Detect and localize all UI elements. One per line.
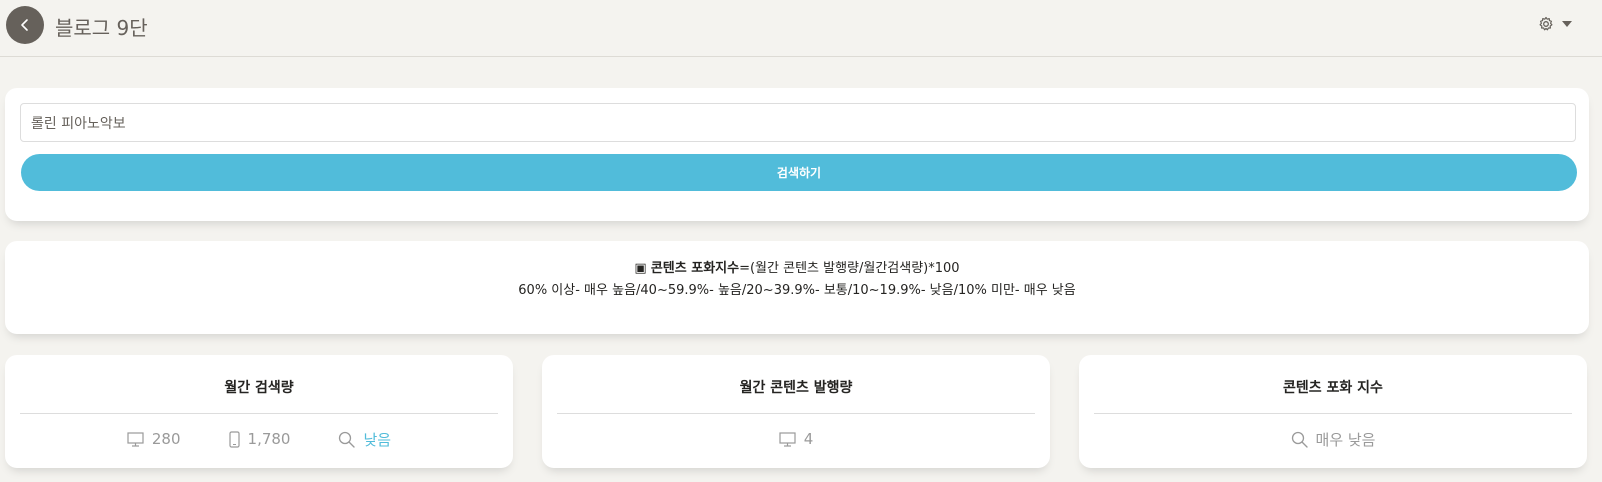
keyword-search-input[interactable] (20, 103, 1576, 142)
card-title: 월간 콘텐츠 발행량 (739, 380, 853, 396)
pc-search-count: 280 (127, 430, 181, 448)
search-button[interactable]: 검색하기 (21, 154, 1577, 191)
stat-row: 매우 낮음 (1079, 427, 1587, 451)
level-value: 매우 낮음 (1315, 430, 1376, 449)
settings-dropdown[interactable] (1538, 16, 1572, 32)
mobile-icon (228, 430, 240, 448)
bullet-icon: ▣ (634, 261, 647, 276)
divider (20, 413, 498, 414)
desktop-icon (127, 431, 144, 447)
mobile-value: 1,780 (247, 430, 291, 448)
formula-title: 콘텐츠 포화지수 (650, 261, 740, 276)
search-icon (338, 431, 356, 448)
stat-row: 4 (542, 427, 1050, 451)
scale-description: 60% 이상- 매우 높음/40~59.9%- 높음/20~39.9%- 보통/… (518, 283, 1076, 298)
pc-value: 4 (803, 430, 814, 448)
mobile-search-count: 1,780 (228, 430, 291, 448)
formula-text: =(월간 콘텐츠 발행량/월간검색량)*100 (739, 261, 960, 276)
search-level: 낮음 (338, 429, 391, 450)
back-button[interactable] (6, 6, 44, 44)
desktop-icon (779, 431, 796, 447)
divider (557, 413, 1035, 414)
card-title: 콘텐츠 포화 지수 (1283, 380, 1383, 396)
top-navbar: 블로그 9단 (0, 0, 1602, 57)
page-title: 블로그 9단 (55, 16, 148, 40)
level-value: 낮음 (363, 430, 392, 449)
card-title: 월간 검색량 (224, 380, 294, 396)
search-card: 검색하기 (5, 88, 1589, 221)
chevron-left-icon (18, 18, 32, 32)
pc-content-count: 4 (779, 430, 814, 448)
monthly-search-card: 월간 검색량 280 1,780 낮음 (5, 355, 513, 468)
caret-down-icon (1562, 21, 1572, 27)
saturation-level: 매우 낮음 (1291, 429, 1376, 450)
divider (1094, 413, 1572, 414)
gear-icon (1538, 16, 1554, 32)
saturation-info-card: ▣ 콘텐츠 포화지수=(월간 콘텐츠 발행량/월간검색량)*100 60% 이상… (5, 241, 1589, 334)
formula-line: ▣ 콘텐츠 포화지수=(월간 콘텐츠 발행량/월간검색량)*100 (5, 257, 1589, 276)
saturation-index-card: 콘텐츠 포화 지수 매우 낮음 (1079, 355, 1587, 468)
stat-row: 280 1,780 낮음 (5, 427, 513, 451)
search-icon (1291, 431, 1308, 448)
pc-value: 280 (151, 430, 181, 448)
monthly-content-card: 월간 콘텐츠 발행량 4 (542, 355, 1050, 468)
